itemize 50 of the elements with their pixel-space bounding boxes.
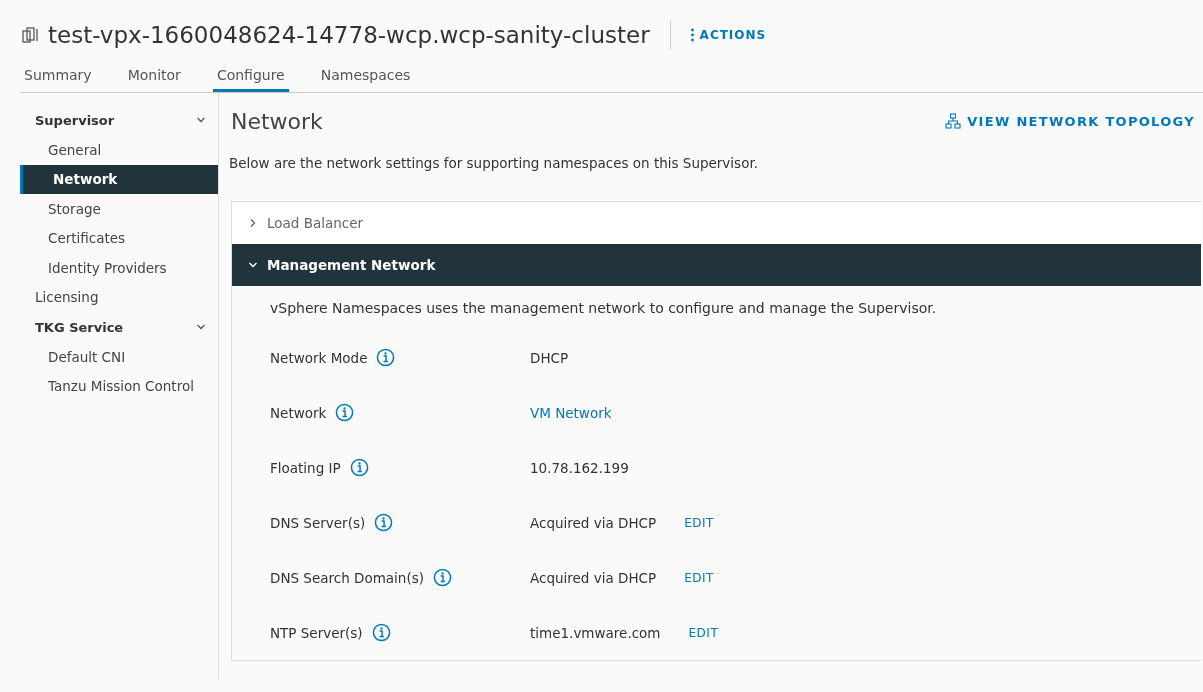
field-link[interactable]: VM Network xyxy=(530,404,612,421)
view-topology-link[interactable]: VIEW NETWORK TOPOLOGY xyxy=(939,112,1201,130)
topology-icon xyxy=(945,113,962,129)
field-label: Network xyxy=(270,404,327,421)
section-title: Network xyxy=(231,108,323,134)
field-value: time1.vmware.com xyxy=(530,624,661,641)
info-icon[interactable] xyxy=(349,458,369,477)
field-label: NTP Server(s) xyxy=(270,624,363,641)
info-icon[interactable] xyxy=(374,513,394,532)
sidebar-item[interactable]: Tanzu Mission Control xyxy=(20,371,218,401)
field-value: Acquired via DHCP xyxy=(530,569,657,586)
more-vertical-icon xyxy=(690,28,694,42)
tab[interactable]: Summary xyxy=(20,60,96,92)
tab[interactable]: Namespaces xyxy=(316,60,415,92)
actions-button[interactable]: ACTIONS xyxy=(690,28,767,42)
info-icon[interactable] xyxy=(371,623,391,642)
field-label: Network Mode xyxy=(270,349,368,366)
chevron-icon xyxy=(248,218,258,228)
field-value: 10.78.162.199 xyxy=(530,459,629,476)
sidebar-item[interactable]: Certificates xyxy=(20,223,218,253)
chevron-icon xyxy=(196,115,206,125)
edit-link[interactable]: EDIT xyxy=(684,570,714,585)
cluster-icon xyxy=(20,25,40,45)
sidebar-item[interactable]: Default CNI xyxy=(20,342,218,372)
tab[interactable]: Configure xyxy=(212,60,289,92)
accordion-header[interactable]: Management Network xyxy=(232,244,1201,286)
sidebar-item[interactable]: Storage xyxy=(20,194,218,224)
sidebar-item[interactable]: Licensing xyxy=(20,282,218,312)
edit-link[interactable]: EDIT xyxy=(684,515,714,530)
sidebar-group[interactable]: Supervisor xyxy=(20,105,218,135)
field-value: DHCP xyxy=(530,349,569,366)
sidebar-group[interactable]: TKG Service xyxy=(20,312,218,342)
field-label: DNS Search Domain(s) xyxy=(270,569,424,586)
chevron-icon xyxy=(196,322,206,332)
info-icon[interactable] xyxy=(335,403,355,422)
sidebar-item[interactable]: Identity Providers xyxy=(20,253,218,283)
field-value: Acquired via DHCP xyxy=(530,514,657,531)
info-icon[interactable] xyxy=(376,348,396,367)
page-title: test-vpx-1660048624-14778-wcp.wcp-sanity-cluster xyxy=(48,22,650,48)
info-icon[interactable] xyxy=(433,568,452,587)
sidebar-item[interactable]: Network xyxy=(20,164,218,194)
field-label: DNS Server(s) xyxy=(270,514,366,531)
description-text: Below are the network settings for supporting namespaces on this Supervisor. xyxy=(229,155,759,171)
sidebar-item[interactable]: General xyxy=(20,135,218,165)
tab[interactable]: Monitor xyxy=(123,60,185,92)
accordion-header[interactable]: Load Balancer xyxy=(232,202,1201,244)
field-label: Floating IP xyxy=(270,459,341,476)
chevron-icon xyxy=(248,260,258,270)
edit-link[interactable]: EDIT xyxy=(688,625,719,640)
panel-description: vSphere Namespaces uses the management network to configure and manage the Supervisor. xyxy=(270,300,938,316)
